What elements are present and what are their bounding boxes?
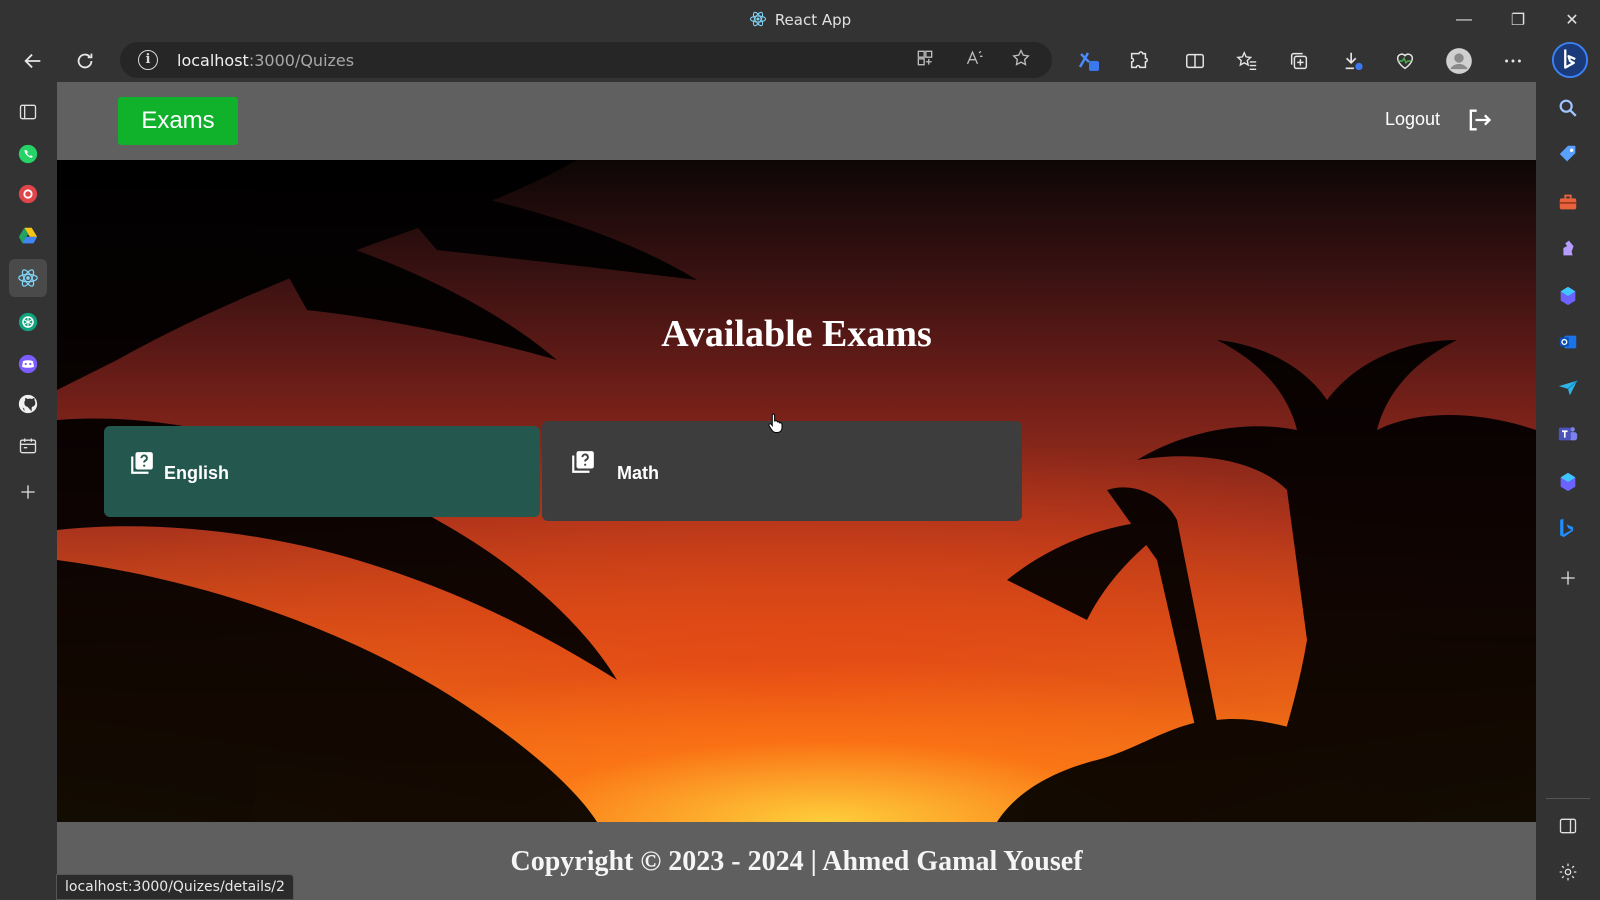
- more-menu-button[interactable]: [1496, 44, 1530, 78]
- back-arrow-icon: [24, 53, 41, 69]
- app-available-icon[interactable]: [912, 48, 938, 74]
- heart-pulse-icon: [1396, 53, 1414, 70]
- restore-button[interactable]: ❐: [1496, 6, 1540, 34]
- chess-icon[interactable]: [1554, 234, 1582, 262]
- browser-window: React App — ❐ ✕ i localhost:3000/Quizes: [0, 0, 1600, 900]
- downloads-button[interactable]: [1336, 44, 1370, 78]
- favorite-star-icon[interactable]: [1008, 48, 1034, 74]
- split-screen-button[interactable]: [1178, 44, 1212, 78]
- favorites-icon: [1236, 51, 1257, 70]
- title-bar: React App — ❐ ✕: [0, 0, 1600, 40]
- exams-brand-button[interactable]: Exams: [118, 97, 238, 145]
- send-icon[interactable]: [1554, 374, 1582, 402]
- copilot-button[interactable]: [1550, 40, 1590, 80]
- exam-card-label: English: [164, 463, 230, 483]
- add-icon[interactable]: [14, 478, 42, 506]
- exam-card-math[interactable]: Math: [542, 421, 1022, 521]
- sunset-background: Available Exams English Math: [57, 160, 1536, 822]
- react-icon: [749, 11, 766, 27]
- discord-icon[interactable]: [14, 350, 42, 378]
- logout-link[interactable]: Logout: [1385, 109, 1440, 130]
- hand-cursor-icon: [768, 413, 783, 433]
- refresh-icon: [77, 53, 93, 69]
- page-title: Available Exams: [661, 313, 932, 355]
- copilot-icon[interactable]: [1554, 468, 1582, 496]
- app-navbar: Exams Logout: [57, 82, 1536, 160]
- sidebar-divider: [1546, 798, 1590, 799]
- quiz-icon: [572, 451, 594, 473]
- exam-card-english[interactable]: English: [104, 426, 540, 517]
- teams-icon[interactable]: [1554, 420, 1582, 448]
- url-path: :3000/Quizes: [248, 51, 355, 70]
- exam-card-label: Math: [617, 463, 659, 483]
- status-bar-url: localhost:3000/Quizes/details/2: [56, 874, 294, 900]
- back-button[interactable]: [16, 44, 50, 78]
- split-screen-icon: [1186, 53, 1204, 69]
- browser-essentials-button[interactable]: [1388, 44, 1422, 78]
- refresh-button[interactable]: [68, 44, 102, 78]
- toolbox-icon[interactable]: [1554, 188, 1582, 216]
- info-icon[interactable]: i: [138, 50, 158, 70]
- bing-icon[interactable]: [1554, 514, 1582, 542]
- bing-icon: [1551, 41, 1589, 79]
- window-title: React App: [0, 10, 1600, 29]
- address-bar[interactable]: i localhost:3000/Quizes: [120, 42, 1052, 78]
- logout-icon[interactable]: [1465, 106, 1493, 134]
- window-title-text: React App: [774, 11, 852, 29]
- extension-translate-button[interactable]: [1072, 44, 1106, 78]
- download-icon: [1345, 52, 1363, 71]
- puzzle-icon: [1130, 51, 1148, 69]
- sidebar-toggle-icon[interactable]: [1554, 812, 1582, 840]
- left-sidebar: [0, 82, 56, 900]
- settings-gear-icon[interactable]: [1554, 858, 1582, 886]
- translate-extension-icon: [1078, 52, 1099, 71]
- copilot-icon[interactable]: [1554, 282, 1582, 310]
- whatsapp-icon[interactable]: [14, 140, 42, 168]
- read-aloud-icon[interactable]: [962, 48, 988, 74]
- calendar-icon[interactable]: [14, 432, 42, 460]
- profile-button[interactable]: [1442, 44, 1476, 78]
- tabs-icon[interactable]: [14, 98, 42, 126]
- minimize-button[interactable]: —: [1442, 6, 1486, 34]
- quiz-icon: [131, 452, 153, 474]
- github-icon[interactable]: [14, 390, 42, 418]
- react-icon[interactable]: [9, 259, 47, 297]
- search-icon[interactable]: [1554, 94, 1582, 122]
- ellipsis-icon: [1505, 59, 1521, 63]
- url-host: localhost: [177, 51, 249, 70]
- record-icon[interactable]: [14, 180, 42, 208]
- outlook-icon[interactable]: [1554, 328, 1582, 356]
- extensions-button[interactable]: [1122, 44, 1156, 78]
- collections-icon: [1290, 52, 1308, 70]
- page-viewport: Exams Logout Available Exams English Mat…: [57, 82, 1536, 900]
- drive-icon[interactable]: [14, 222, 42, 250]
- url-text[interactable]: localhost:3000/Quizes: [177, 51, 354, 70]
- browser-toolbar: i localhost:3000/Quizes: [0, 40, 1600, 82]
- collections-button[interactable]: [1282, 44, 1316, 78]
- favorites-button[interactable]: [1230, 44, 1264, 78]
- avatar-icon: [1446, 48, 1472, 74]
- tag-icon[interactable]: [1554, 140, 1582, 168]
- right-sidebar: [1536, 82, 1600, 900]
- add-icon[interactable]: [1554, 564, 1582, 592]
- chatgpt-icon[interactable]: [14, 308, 42, 336]
- close-button[interactable]: ✕: [1550, 6, 1594, 34]
